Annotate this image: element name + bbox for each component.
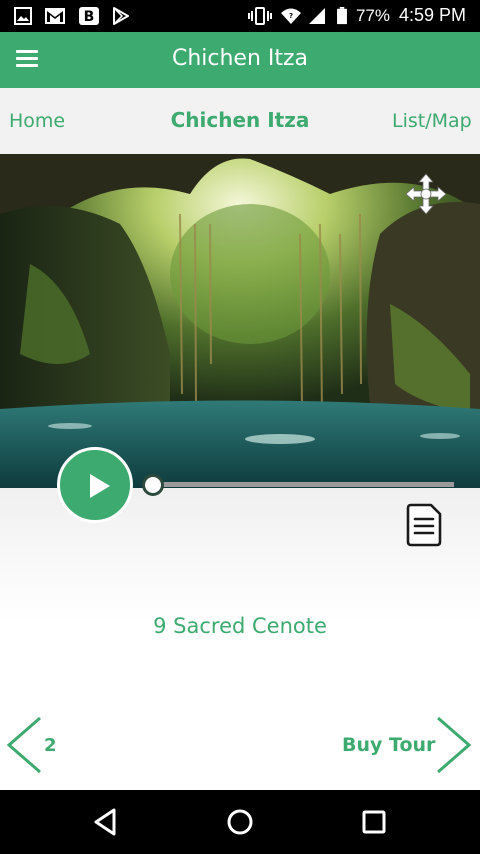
battery-icon bbox=[337, 7, 347, 25]
clock: 4:59 PM bbox=[399, 5, 467, 25]
chevron-right-icon bbox=[437, 716, 472, 774]
system-nav-bar bbox=[0, 790, 480, 854]
play-icon bbox=[90, 474, 110, 498]
progress-knob[interactable] bbox=[142, 474, 164, 496]
document-icon[interactable] bbox=[404, 502, 444, 548]
back-icon[interactable] bbox=[86, 804, 126, 840]
status-bar: B ? 77% 4:59 PM bbox=[0, 0, 480, 32]
wifi-icon: ? bbox=[281, 8, 301, 24]
play-store-icon bbox=[113, 7, 129, 25]
app-title: Chichen Itza bbox=[171, 46, 309, 71]
svg-text:?: ? bbox=[289, 12, 293, 20]
chevron-left-icon bbox=[6, 716, 41, 774]
progress-track[interactable] bbox=[154, 482, 454, 487]
list-map-link[interactable]: List/Map bbox=[392, 110, 472, 132]
gmail-icon bbox=[45, 8, 65, 24]
sub-nav: Home Chichen Itza List/Map bbox=[0, 88, 480, 154]
svg-text:B: B bbox=[84, 9, 95, 25]
previous-stop-button[interactable]: 2 bbox=[6, 716, 66, 774]
previous-stop-number: 2 bbox=[44, 735, 57, 756]
signal-icon bbox=[309, 8, 325, 24]
app-bar: Chichen Itza bbox=[0, 32, 480, 88]
buy-tour-label: Buy Tour bbox=[342, 734, 436, 756]
buy-tour-button[interactable]: Buy Tour bbox=[340, 716, 476, 774]
home-icon[interactable] bbox=[220, 804, 260, 840]
stop-name: 9 Sacred Cenote bbox=[153, 614, 327, 638]
move-arrows-icon[interactable] bbox=[404, 172, 448, 216]
battery-percent: 77% bbox=[356, 6, 391, 25]
image-icon bbox=[14, 7, 32, 25]
vibrate-icon bbox=[248, 7, 272, 25]
play-button[interactable] bbox=[57, 447, 133, 523]
b-icon: B bbox=[79, 7, 99, 25]
recents-icon[interactable] bbox=[354, 804, 394, 840]
